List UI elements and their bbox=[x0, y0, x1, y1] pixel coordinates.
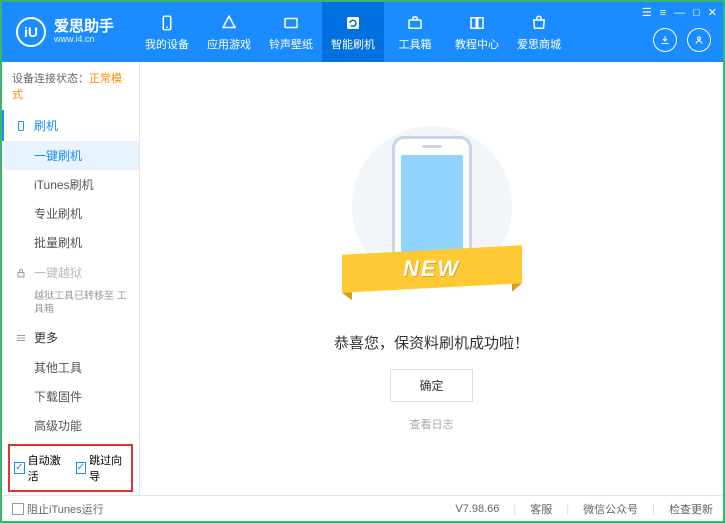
logo: iU 爱思助手 www.i4.cn bbox=[2, 17, 128, 47]
wechat-link[interactable]: 微信公众号 bbox=[583, 501, 638, 517]
menu-icon[interactable]: ☰ bbox=[642, 6, 652, 19]
sidebar-item-itunes[interactable]: iTunes刷机 bbox=[4, 170, 139, 199]
sidebar-item-advanced[interactable]: 高级功能 bbox=[4, 411, 139, 440]
nav-label: 智能刷机 bbox=[331, 36, 375, 52]
book-icon bbox=[467, 13, 487, 33]
minimize-button[interactable]: — bbox=[674, 7, 685, 19]
user-button[interactable] bbox=[687, 28, 711, 52]
nav-toolbox[interactable]: 工具箱 bbox=[384, 2, 446, 62]
nav-label: 教程中心 bbox=[455, 36, 499, 52]
connection-status: 设备连接状态：正常模式 bbox=[2, 62, 139, 110]
view-log-link[interactable]: 查看日志 bbox=[410, 416, 454, 432]
maximize-button[interactable]: □ bbox=[693, 7, 700, 19]
brand-url: www.i4.cn bbox=[54, 35, 114, 45]
wallpaper-icon bbox=[281, 13, 301, 33]
sidebar: 设备连接状态：正常模式 刷机 一键刷机 iTunes刷机 专业刷机 批量刷机 一… bbox=[2, 62, 140, 495]
window-controls: ☰ ≡ — □ ✕ bbox=[642, 6, 717, 19]
ribbon-text: NEW bbox=[403, 256, 460, 282]
success-message: 恭喜您，保资料刷机成功啦！ bbox=[334, 332, 529, 353]
status-bar: 阻止iTunes运行 V7.98.66 | 客服 | 微信公众号 | 检查更新 bbox=[2, 495, 723, 521]
main-content: NEW 恭喜您，保资料刷机成功啦！ 确定 查看日志 bbox=[140, 62, 723, 495]
phone-icon bbox=[157, 13, 177, 33]
nav-label: 工具箱 bbox=[399, 36, 432, 52]
more-icon bbox=[14, 331, 28, 345]
download-button[interactable] bbox=[653, 28, 677, 52]
shop-icon bbox=[529, 13, 549, 33]
checkbox-auto-activate[interactable]: ✓ 自动激活 bbox=[14, 452, 66, 484]
version-text: V7.98.66 bbox=[455, 503, 499, 515]
nav-ringtone[interactable]: 铃声壁纸 bbox=[260, 2, 322, 62]
nav-flash[interactable]: 智能刷机 bbox=[322, 2, 384, 62]
nav-label: 爱思商城 bbox=[517, 36, 561, 52]
checkbox-skip-guide[interactable]: ✓ 跳过向导 bbox=[76, 452, 128, 484]
nav-label: 应用游戏 bbox=[207, 36, 251, 52]
update-link[interactable]: 检查更新 bbox=[669, 501, 713, 517]
top-round-buttons bbox=[653, 28, 711, 52]
support-link[interactable]: 客服 bbox=[530, 501, 552, 517]
lock-icon bbox=[14, 266, 28, 280]
apps-icon bbox=[219, 13, 239, 33]
nav-shop[interactable]: 爱思商城 bbox=[508, 2, 570, 62]
logo-icon: iU bbox=[16, 17, 46, 47]
checkbox-icon bbox=[12, 503, 24, 515]
title-bar: iU 爱思助手 www.i4.cn 我的设备 应用游戏 铃声壁纸 智能刷机 bbox=[2, 2, 723, 62]
checkbox-icon: ✓ bbox=[14, 462, 25, 474]
sidebar-item-pro[interactable]: 专业刷机 bbox=[4, 199, 139, 228]
main-nav: 我的设备 应用游戏 铃声壁纸 智能刷机 工具箱 教程中心 bbox=[136, 2, 570, 62]
sidebar-item-other[interactable]: 其他工具 bbox=[4, 353, 139, 382]
close-button[interactable]: ✕ bbox=[708, 6, 717, 19]
checkbox-icon: ✓ bbox=[76, 462, 87, 474]
nav-my-device[interactable]: 我的设备 bbox=[136, 2, 198, 62]
nav-apps[interactable]: 应用游戏 bbox=[198, 2, 260, 62]
sidebar-flash-head[interactable]: 刷机 bbox=[2, 110, 139, 141]
checkbox-block-itunes[interactable]: 阻止iTunes运行 bbox=[12, 501, 104, 517]
list-icon[interactable]: ≡ bbox=[660, 7, 666, 19]
success-illustration: NEW bbox=[357, 126, 507, 316]
refresh-icon bbox=[343, 13, 363, 33]
ok-button[interactable]: 确定 bbox=[390, 369, 472, 402]
toolbox-icon bbox=[405, 13, 425, 33]
options-checkbox-row: ✓ 自动激活 ✓ 跳过向导 bbox=[8, 444, 133, 492]
sidebar-jailbreak-head: 一键越狱 bbox=[4, 257, 139, 288]
sidebar-item-batch[interactable]: 批量刷机 bbox=[4, 228, 139, 257]
nav-tutorial[interactable]: 教程中心 bbox=[446, 2, 508, 62]
jailbreak-note: 越狱工具已转移至 工具箱 bbox=[4, 288, 139, 322]
brand-title: 爱思助手 bbox=[54, 19, 114, 36]
nav-label: 铃声壁纸 bbox=[269, 36, 313, 52]
sidebar-item-oneclick[interactable]: 一键刷机 bbox=[4, 141, 139, 170]
nav-label: 我的设备 bbox=[145, 36, 189, 52]
phone-icon bbox=[14, 119, 28, 133]
sidebar-more-head[interactable]: 更多 bbox=[4, 322, 139, 353]
sidebar-item-download[interactable]: 下载固件 bbox=[4, 382, 139, 411]
